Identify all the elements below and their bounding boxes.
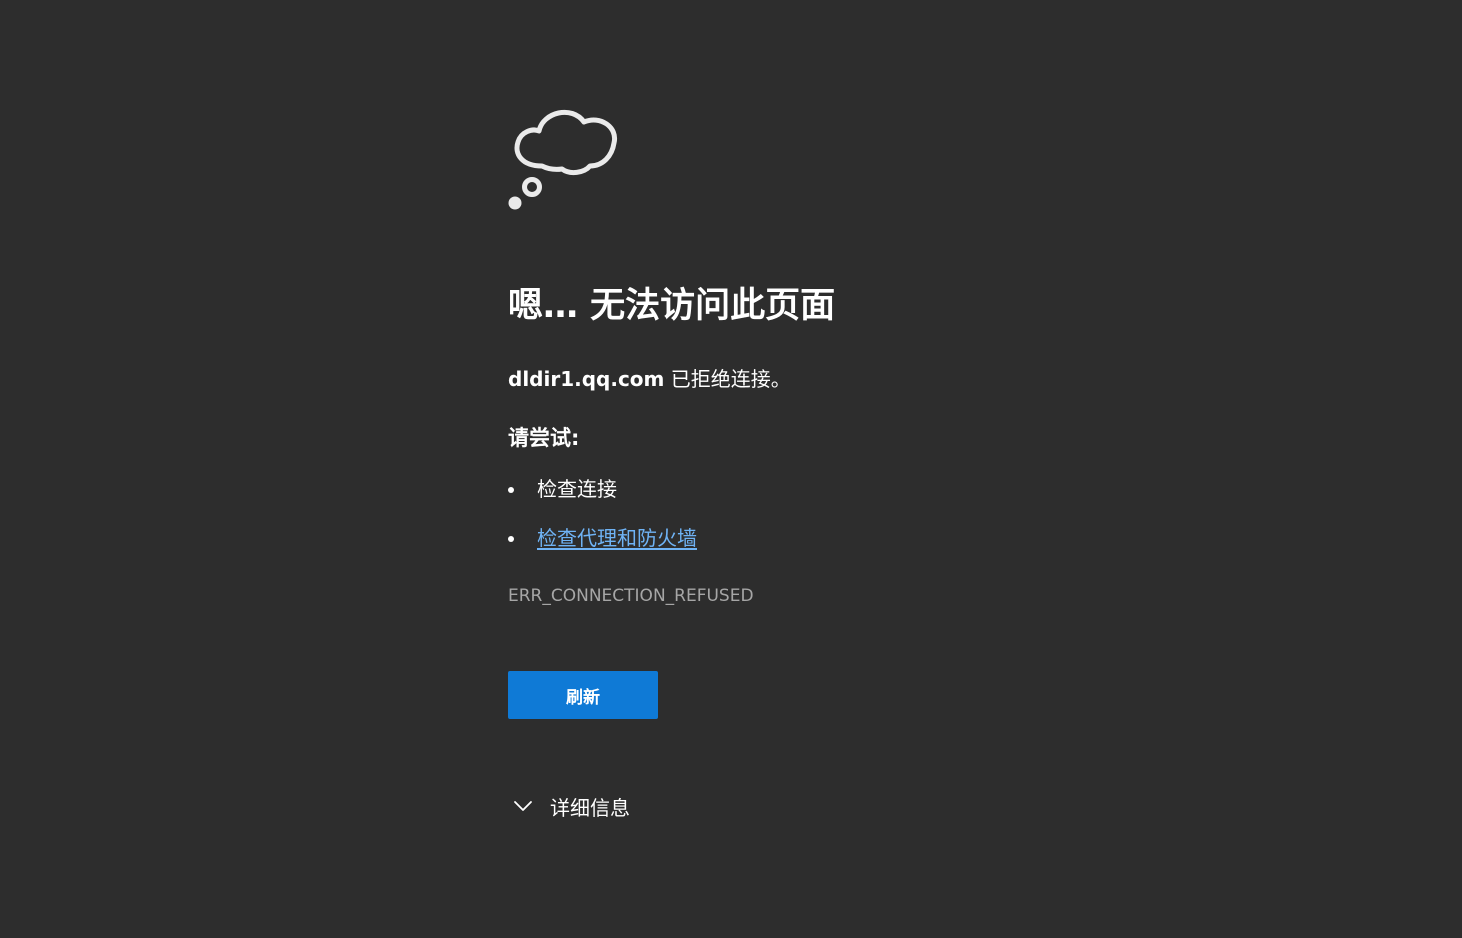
details-label: 详细信息 — [550, 795, 630, 820]
refresh-button[interactable]: 刷新 — [508, 671, 658, 719]
thought-cloud-icon — [508, 110, 618, 210]
error-code: ERR_CONNECTION_REFUSED — [508, 586, 754, 606]
suggestion-list: 检查连接 检查代理和防火墙 — [508, 474, 697, 572]
suggestion-check-connection: 检查连接 — [508, 474, 697, 523]
suggestion-check-proxy-firewall: 检查代理和防火墙 — [508, 523, 697, 572]
check-proxy-firewall-link[interactable]: 检查代理和防火墙 — [537, 526, 697, 550]
error-message-text: 已拒绝连接。 — [664, 367, 791, 391]
bullet-icon — [508, 536, 514, 542]
chevron-down-icon — [514, 801, 532, 811]
error-host: dldir1.qq.com — [508, 367, 665, 391]
error-page: 嗯… 无法访问此页面 dldir1.qq.com 已拒绝连接。 请尝试: 检查连… — [0, 0, 1462, 938]
details-toggle[interactable]: 详细信息 — [512, 788, 630, 824]
page-title: 嗯… 无法访问此页面 — [508, 286, 836, 326]
error-message: dldir1.qq.com 已拒绝连接。 — [508, 364, 791, 394]
bullet-icon — [508, 487, 514, 493]
try-label: 请尝试: — [508, 426, 580, 450]
suggestion-label: 检查连接 — [537, 477, 617, 501]
